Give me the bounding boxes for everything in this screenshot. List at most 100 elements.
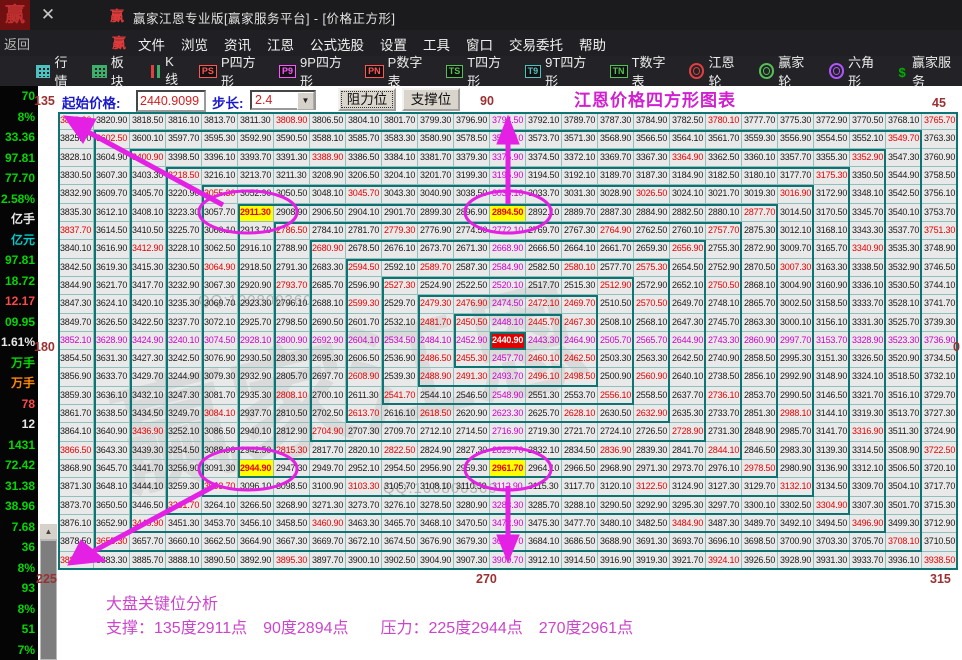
grid-cell[interactable]: 2868.10 xyxy=(742,277,778,295)
grid-cell[interactable]: 3907.30 xyxy=(454,552,490,570)
grid-cell[interactable]: 3789.70 xyxy=(562,112,598,130)
grid-cell[interactable]: 2892.10 xyxy=(526,204,562,222)
grid-cell[interactable]: 3348.10 xyxy=(850,185,886,203)
grid-cell[interactable]: 3590.50 xyxy=(274,130,310,148)
grid-cell[interactable]: 2728.90 xyxy=(670,423,706,441)
grid-cell[interactable]: 3062.50 xyxy=(202,240,238,258)
grid-cell[interactable]: 3175.30 xyxy=(814,167,850,185)
grid-cell[interactable]: 2798.50 xyxy=(274,314,310,332)
grid-cell[interactable]: 3350.50 xyxy=(850,167,886,185)
grid-cell[interactable]: 3825.70 xyxy=(58,130,94,148)
grid-cell[interactable]: 3532.90 xyxy=(886,259,922,277)
grid-cell[interactable]: 3607.30 xyxy=(94,167,130,185)
grid-cell[interactable]: 3386.50 xyxy=(346,149,382,167)
grid-cell[interactable]: 2709.70 xyxy=(382,423,418,441)
grid-cell[interactable]: 2688.10 xyxy=(310,295,346,313)
grid-cell[interactable]: 3878.50 xyxy=(58,533,94,551)
grid-cell[interactable]: 2632.90 xyxy=(634,405,670,423)
grid-cell[interactable]: 2913.70 xyxy=(238,222,274,240)
grid-cell[interactable]: 3660.10 xyxy=(166,533,202,551)
grid-cell[interactable]: 2748.10 xyxy=(706,295,742,313)
grid-cell[interactable]: 2553.70 xyxy=(562,387,598,405)
grid-cell[interactable]: 2870.50 xyxy=(742,259,778,277)
grid-cell[interactable]: 2589.70 xyxy=(418,259,454,277)
menu-item-资讯[interactable]: 资讯 xyxy=(224,34,251,54)
grid-cell[interactable]: 2457.70 xyxy=(490,350,526,368)
grid-cell[interactable]: 2882.50 xyxy=(670,204,706,222)
grid-cell[interactable]: 3626.50 xyxy=(94,314,130,332)
grid-cell[interactable]: 3496.90 xyxy=(850,515,886,533)
grid-cell[interactable]: 3506.50 xyxy=(886,460,922,478)
grid-cell[interactable]: 3537.70 xyxy=(886,222,922,240)
grid-cell[interactable]: 2964.10 xyxy=(526,460,562,478)
grid-cell[interactable]: 2532.10 xyxy=(382,314,418,332)
grid-cell[interactable]: 2508.10 xyxy=(598,314,634,332)
grid-cell[interactable]: 2450.50 xyxy=(454,314,490,332)
grid-cell[interactable]: 3328.90 xyxy=(850,332,886,350)
grid-cell[interactable]: 3691.30 xyxy=(634,533,670,551)
grid-cell[interactable]: 3422.50 xyxy=(130,314,166,332)
grid-cell[interactable]: 2556.10 xyxy=(598,387,634,405)
toolbar-button-赢家轮[interactable]: 赢家轮 xyxy=(759,52,816,90)
grid-cell[interactable]: 3393.70 xyxy=(238,149,274,167)
grid-cell[interactable]: 3412.90 xyxy=(130,240,166,258)
grid-cell[interactable]: 3652.90 xyxy=(94,515,130,533)
grid-cell[interactable]: 2772.10 xyxy=(490,222,526,240)
toolbar-button-行情[interactable]: 行情 xyxy=(36,52,79,90)
grid-cell[interactable]: 3556.90 xyxy=(778,130,814,148)
grid-cell[interactable]: 3201.70 xyxy=(418,167,454,185)
grid-cell[interactable]: 2496.10 xyxy=(526,368,562,386)
grid-cell[interactable]: 3237.70 xyxy=(166,314,202,332)
grid-cell[interactable]: 3100.90 xyxy=(310,478,346,496)
grid-cell[interactable]: 3127.30 xyxy=(706,478,742,496)
grid-cell[interactable]: 3724.90 xyxy=(922,423,958,441)
grid-cell[interactable]: 3748.90 xyxy=(922,240,958,258)
grid-cell[interactable]: 3840.10 xyxy=(58,240,94,258)
grid-cell[interactable]: 2481.70 xyxy=(418,314,454,332)
grid-cell[interactable]: 2820.10 xyxy=(346,442,382,460)
grid-cell[interactable]: 2812.90 xyxy=(274,423,310,441)
grid-cell[interactable]: 2584.90 xyxy=(490,259,526,277)
grid-cell[interactable]: 2822.50 xyxy=(382,442,418,460)
grid-cell[interactable]: 3801.70 xyxy=(382,112,418,130)
grid-cell[interactable]: 3249.70 xyxy=(166,405,202,423)
grid-cell[interactable]: 2930.50 xyxy=(238,350,274,368)
grid-cell[interactable]: 2510.50 xyxy=(598,295,634,313)
grid-cell[interactable]: 3650.50 xyxy=(94,497,130,515)
grid-cell[interactable]: 2863.30 xyxy=(742,314,778,332)
grid-cell[interactable]: 2935.30 xyxy=(238,387,274,405)
grid-cell[interactable]: 3777.70 xyxy=(742,112,778,130)
grid-cell[interactable]: 3720.10 xyxy=(922,460,958,478)
grid-cell[interactable]: 3830.50 xyxy=(58,167,94,185)
grid-cell[interactable]: 3232.90 xyxy=(166,277,202,295)
grid-cell[interactable]: 2877.70 xyxy=(742,204,778,222)
grid-cell[interactable]: 3009.70 xyxy=(778,240,814,258)
grid-cell[interactable]: 3434.50 xyxy=(130,405,166,423)
grid-cell[interactable]: 2649.70 xyxy=(670,295,706,313)
step-combobox[interactable]: 2.4 ▼ xyxy=(250,90,316,110)
center-cell[interactable]: 2440.90 xyxy=(490,332,526,350)
grid-cell[interactable]: 3787.30 xyxy=(598,112,634,130)
grid-cell[interactable]: 3796.90 xyxy=(454,112,490,130)
grid-cell[interactable]: 3751.30 xyxy=(922,222,958,240)
grid-cell[interactable]: 3518.50 xyxy=(886,368,922,386)
grid-cell[interactable]: 3844.90 xyxy=(58,277,94,295)
grid-cell[interactable]: 3861.70 xyxy=(58,405,94,423)
grid-cell[interactable]: 2712.10 xyxy=(418,423,454,441)
grid-cell[interactable]: 3398.50 xyxy=(166,149,202,167)
grid-cell[interactable]: 3177.70 xyxy=(778,167,814,185)
grid-cell[interactable]: 2954.50 xyxy=(382,460,418,478)
grid-cell[interactable]: 2673.70 xyxy=(418,240,454,258)
grid-cell[interactable]: 2592.10 xyxy=(382,259,418,277)
grid-cell[interactable]: 3002.50 xyxy=(778,295,814,313)
grid-cell[interactable]: 2448.10 xyxy=(490,314,526,332)
grid-cell[interactable]: 3542.50 xyxy=(886,185,922,203)
grid-cell[interactable]: 3364.90 xyxy=(670,149,706,167)
grid-cell[interactable]: 3554.50 xyxy=(814,130,850,148)
grid-cell[interactable]: 3835.30 xyxy=(58,204,94,222)
grid-cell[interactable]: 3919.30 xyxy=(634,552,670,570)
grid-cell[interactable]: 2889.70 xyxy=(562,204,598,222)
grid-cell[interactable]: 3818.50 xyxy=(130,112,166,130)
grid-cell[interactable]: 3098.50 xyxy=(274,478,310,496)
grid-cell[interactable]: 2676.10 xyxy=(382,240,418,258)
